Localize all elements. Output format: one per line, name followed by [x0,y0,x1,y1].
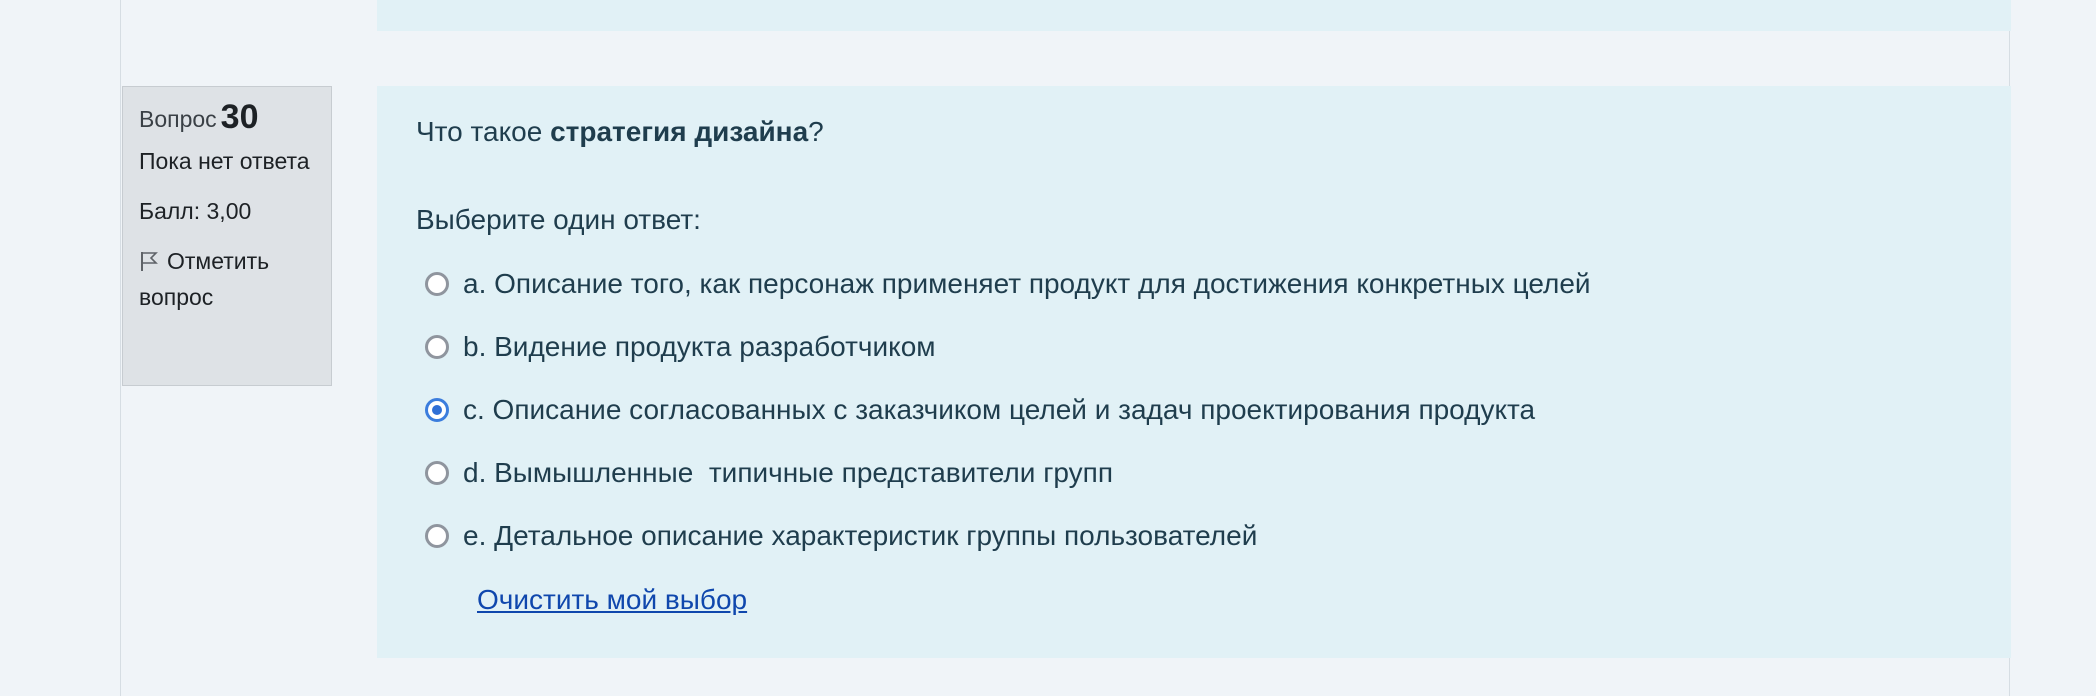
question-info-panel: Вопрос 30 Пока нет ответа Балл: 3,00 Отме… [122,86,332,386]
radio-button[interactable] [425,523,449,548]
answer-label: a. Описание того, как персонаж применяет… [463,267,1591,299]
question-state: Пока нет ответа [139,148,310,174]
answer-label: c. Описание согласованных с заказчиком ц… [463,393,1536,425]
answer-label: e. Детальное описание характеристик груп… [463,519,1258,551]
answer-option-e[interactable]: e. Детальное описание характеристик груп… [425,504,1591,567]
question-text: Что такое стратегия дизайна? [416,114,824,150]
question-content: Что такое стратегия дизайна? Выберите од… [377,86,2011,658]
radio-button[interactable] [425,334,449,359]
answer-label: b. Видение продукта разработчиком [463,330,936,362]
question-number: Вопрос 30 [139,98,315,136]
question-number-label: Вопрос [139,106,217,132]
question-grade: Балл: 3,00 [139,198,252,224]
clear-choice-link[interactable]: Очистить мой выбор [477,582,747,618]
question-number-value: 30 [220,98,259,136]
answer-prompt: Выберите один ответ: [416,204,701,235]
radio-button[interactable] [425,460,449,485]
question-text-bold: стратегия дизайна [550,116,809,147]
flag-icon [141,252,158,271]
answer-option-c[interactable]: c. Описание согласованных с заказчиком ц… [425,378,1591,441]
question-text-suffix: ? [808,116,824,147]
flag-question-link[interactable]: Отметить вопрос [139,243,315,315]
answer-option-d[interactable]: d. Вымышленные типичные представители гр… [425,441,1591,504]
previous-question-content [377,0,2011,31]
answer-option-b[interactable]: b. Видение продукта разработчиком [425,315,1591,378]
answer-option-a[interactable]: a. Описание того, как персонаж применяет… [425,252,1591,315]
answer-label: d. Вымышленные типичные представители гр… [463,456,1113,488]
answer-list: a. Описание того, как персонаж применяет… [425,252,1591,567]
question-text-prefix: Что такое [416,116,551,147]
radio-button[interactable] [425,397,449,422]
radio-button[interactable] [425,271,449,296]
